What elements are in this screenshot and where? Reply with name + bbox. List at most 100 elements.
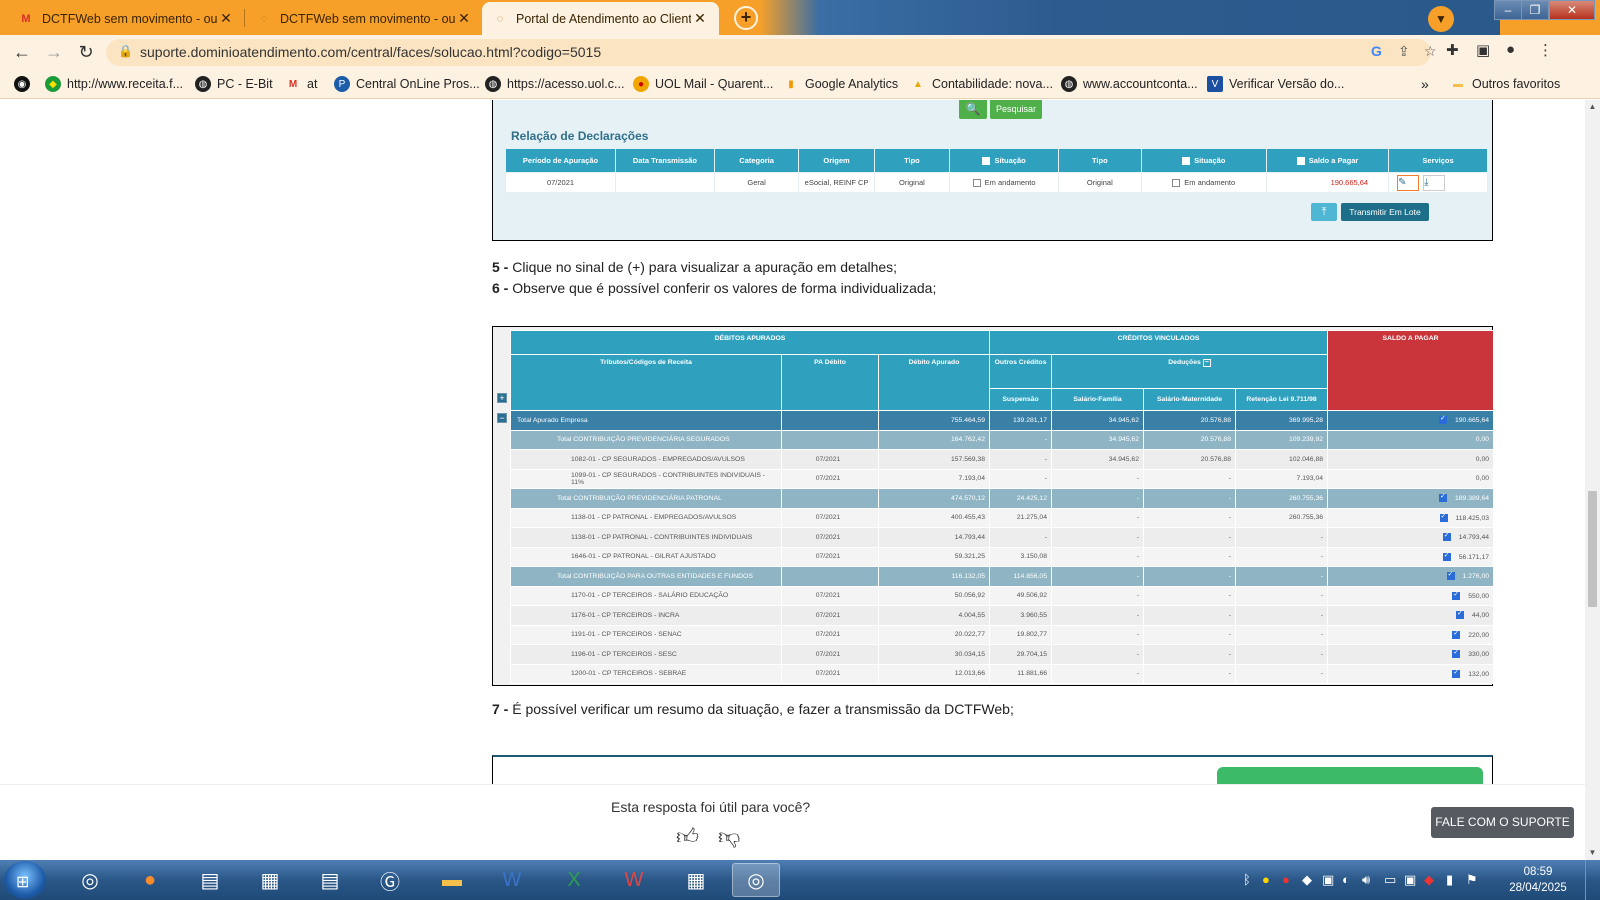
checkbox[interactable] (1182, 157, 1191, 165)
checkbox-checked[interactable] (1438, 414, 1447, 425)
checkbox-checked[interactable] (1452, 590, 1461, 600)
search-icon[interactable]: 🔍 (959, 100, 987, 119)
wps-icon[interactable]: W (610, 863, 658, 897)
checkbox[interactable] (1172, 179, 1181, 187)
fale-com-suporte-button[interactable]: FALE COM O SUPORTE (1431, 807, 1574, 838)
tray-app-icon[interactable]: ◆ (1424, 872, 1434, 888)
firefox-icon[interactable]: ● (126, 863, 174, 897)
checkbox[interactable] (1296, 157, 1305, 165)
g-app-icon[interactable]: Ⓖ (366, 863, 414, 897)
close-icon[interactable]: ✕ (691, 10, 709, 27)
expand-plus-icon[interactable]: + (497, 393, 507, 403)
bookmark-item[interactable]: ▮ Google Analytics (783, 75, 898, 93)
tray-app-icon[interactable]: ● (1262, 872, 1270, 887)
transmitir-em-lote-button[interactable]: Transmitir Em Lote (1341, 203, 1429, 221)
close-icon[interactable]: ✕ (217, 10, 235, 27)
checkbox-checked[interactable] (1438, 492, 1447, 503)
close-icon[interactable]: ✕ (455, 10, 473, 27)
checkbox-checked[interactable] (1452, 648, 1461, 659)
system-clock[interactable]: 08:59 28/04/2025 (1508, 864, 1568, 896)
thumbs-up-icon[interactable]: 👍︎ (676, 823, 699, 850)
bluetooth-icon[interactable]: ᛒ (1243, 872, 1251, 887)
chrome-active-icon[interactable]: ◎ (732, 863, 780, 897)
network-icon[interactable]: ▮ (1446, 872, 1453, 888)
action-center-flag-icon[interactable]: ⚑ (1466, 872, 1478, 888)
collapse-minus-icon[interactable]: − (497, 413, 507, 423)
reload-button[interactable]: ↻ (74, 40, 98, 64)
tray-app-icon[interactable]: ◆ (1302, 872, 1312, 888)
thumbs-down-icon[interactable]: 👎︎ (718, 823, 740, 850)
bookmark-item[interactable]: ◍ www.accountconta... (1061, 75, 1198, 93)
menu-kebab-icon[interactable]: ⋮ (1538, 41, 1553, 59)
new-tab-button[interactable]: + (734, 6, 758, 30)
tray-app-icon[interactable]: ▣ (1404, 872, 1416, 888)
calculator-app-icon[interactable]: ▦ (672, 863, 720, 897)
tray-app-icon[interactable]: ▣ (1322, 872, 1334, 888)
checkbox-checked[interactable] (1442, 551, 1451, 561)
scroll-up-arrow-icon[interactable]: ▲ (1585, 102, 1600, 111)
back-button[interactable]: ← (10, 40, 34, 64)
checkbox-checked[interactable] (1452, 668, 1461, 678)
address-bar[interactable]: 🔒 suporte.dominioatendimento.com/central… (106, 39, 1437, 66)
profile-avatar-icon[interactable]: ● (1506, 41, 1515, 58)
side-panel-icon[interactable]: ▣ (1476, 41, 1490, 59)
checkbox-checked[interactable] (1446, 570, 1455, 581)
forward-button[interactable]: → (42, 40, 66, 64)
tab-dctfweb-1[interactable]: M DCTFWeb sem movimento - out/ ✕ (8, 2, 245, 35)
share-icon[interactable]: ⇪ (1398, 43, 1410, 60)
maximize-button[interactable]: ❐ (1521, 0, 1549, 20)
download-icon[interactable]: ⤓ (1423, 174, 1446, 191)
chrome-icon[interactable]: ◎ (66, 863, 114, 897)
pesquisar-button[interactable]: Pesquisar (990, 100, 1042, 119)
google-lens-icon[interactable]: G (1371, 43, 1382, 59)
checkbox[interactable] (982, 157, 991, 165)
bookmark-item[interactable]: P Central OnLine Pros... (334, 75, 480, 93)
show-desktop-button[interactable] (1585, 860, 1600, 900)
cell-retencao: - (1234, 644, 1329, 665)
other-bookmarks-folder[interactable]: ▬ Outros favoritos (1450, 75, 1560, 93)
checkbox-checked[interactable] (1442, 531, 1451, 542)
bookmark-item[interactable]: ◉ (14, 75, 36, 93)
tray-app-icon[interactable]: ◐ (1342, 872, 1350, 887)
cell-saldo: 220,00 (1327, 624, 1495, 645)
bookmark-item[interactable]: ● UOL Mail - Quarent... (633, 75, 773, 93)
bookmarks-overflow-button[interactable]: » (1421, 75, 1429, 93)
clock-time: 08:59 (1523, 866, 1553, 878)
minimize-button[interactable]: – (1494, 0, 1522, 20)
table-row: 1176-01 - CP TERCEIROS - INCRA 07/2021 4.0… (510, 605, 1495, 626)
bookmark-star-icon[interactable]: ☆ (1424, 43, 1437, 60)
tray-app-icon[interactable]: ● (1282, 872, 1290, 887)
scroll-down-arrow-icon[interactable]: ▼ (1585, 848, 1600, 857)
bookmark-item[interactable]: Mat (285, 75, 318, 93)
upload-icon[interactable]: ⤒ (1311, 203, 1337, 221)
page-scrollbar[interactable]: ▲ ▼ (1585, 100, 1600, 860)
tab-search-button[interactable]: ▼ (1428, 6, 1454, 32)
bookmark-item[interactable]: ◍ https://acesso.uol.c... (485, 75, 624, 93)
window-close-button[interactable]: ✕ (1549, 0, 1595, 20)
edit-icon[interactable]: ✎ (1397, 174, 1420, 191)
checkbox-checked[interactable] (1456, 609, 1464, 620)
document-app-icon[interactable]: ▤ (186, 863, 234, 897)
scrollbar-thumb[interactable] (1588, 491, 1597, 607)
tab-dctfweb-2[interactable]: ◌ DCTFWeb sem movimento - out/ ✕ (246, 2, 483, 35)
bookmark-item[interactable]: V Verificar Versão do... (1207, 75, 1344, 93)
checkbox[interactable] (972, 179, 981, 187)
cell-saldo: 1.276,00 (1327, 566, 1495, 587)
column-header: Situação (1140, 148, 1267, 173)
collapse-minus-icon[interactable]: − (1202, 359, 1211, 367)
tab-portal-atendimento[interactable]: ◌ Portal de Atendimento ao Cliente ✕ (482, 2, 719, 35)
word-icon[interactable]: W (488, 863, 536, 897)
folder-icon[interactable]: ▬ (428, 863, 476, 897)
calculator-app-icon[interactable]: ▦ (246, 863, 294, 897)
bookmark-item[interactable]: ◆ http://www.receita.f... (45, 75, 183, 93)
start-button[interactable]: ⊞ (4, 861, 46, 899)
excel-icon[interactable]: X (550, 863, 598, 897)
checkbox-checked[interactable] (1452, 629, 1461, 639)
document-app-icon[interactable]: ▤ (306, 863, 354, 897)
tray-app-icon[interactable]: ▭ (1384, 872, 1396, 888)
checkbox-checked[interactable] (1439, 512, 1448, 522)
bookmark-item[interactable]: ◍ PC - E-Bit (195, 75, 273, 93)
extensions-icon[interactable]: ✚ (1446, 41, 1459, 59)
bookmark-item[interactable]: ▲ Contabilidade: nova... (910, 75, 1053, 93)
volume-icon[interactable]: 🔊︎ (1362, 872, 1370, 888)
